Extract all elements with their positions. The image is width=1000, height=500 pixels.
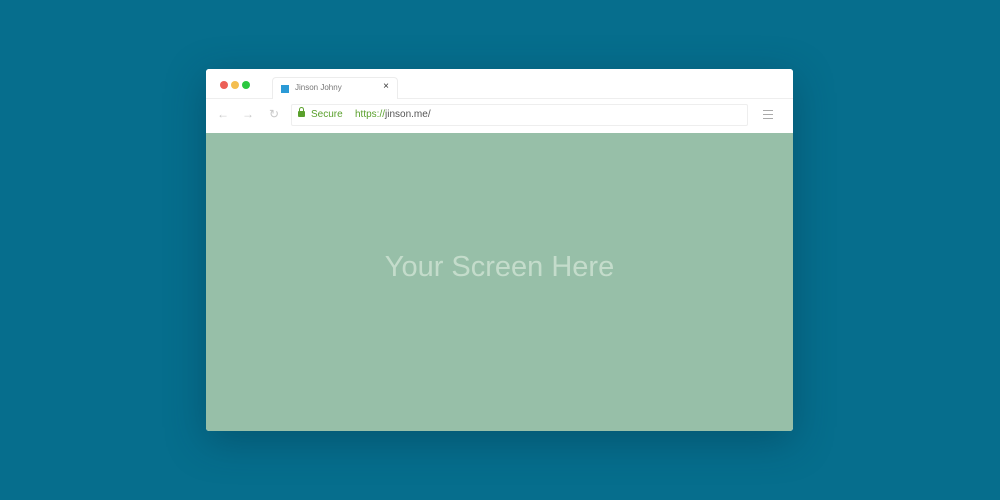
page-content: Your Screen Here <box>206 133 793 431</box>
url-scheme: https:// <box>355 109 386 120</box>
secure-label: Secure <box>311 109 343 120</box>
minimize-window-button[interactable] <box>231 81 239 89</box>
screen-placeholder-text: Your Screen Here <box>384 251 615 283</box>
back-button[interactable]: ← <box>217 107 229 121</box>
tab-close-icon[interactable]: × <box>383 81 389 92</box>
favicon-icon <box>281 85 289 93</box>
reload-button[interactable]: ↻ <box>269 107 279 121</box>
maximize-window-button[interactable] <box>242 81 250 89</box>
close-window-button[interactable] <box>220 81 228 89</box>
lock-icon <box>298 107 305 117</box>
forward-button[interactable]: → <box>242 107 254 121</box>
tab-title: Jinson Johny <box>295 83 342 92</box>
tab-jinson-johny[interactable]: Jinson Johny × <box>272 77 398 100</box>
url-host: jinson.me/ <box>385 109 431 120</box>
tab-bar: Jinson Johny × <box>206 69 793 100</box>
menu-icon[interactable] <box>763 110 773 122</box>
url-text[interactable]: https://jinson.me/ <box>355 109 431 120</box>
toolbar: ← → ↻ Secure https://jinson.me/ <box>206 99 793 133</box>
browser-window: Jinson Johny × ← → ↻ Secure https://jins… <box>206 69 793 431</box>
address-bar[interactable]: Secure https://jinson.me/ <box>291 104 748 126</box>
